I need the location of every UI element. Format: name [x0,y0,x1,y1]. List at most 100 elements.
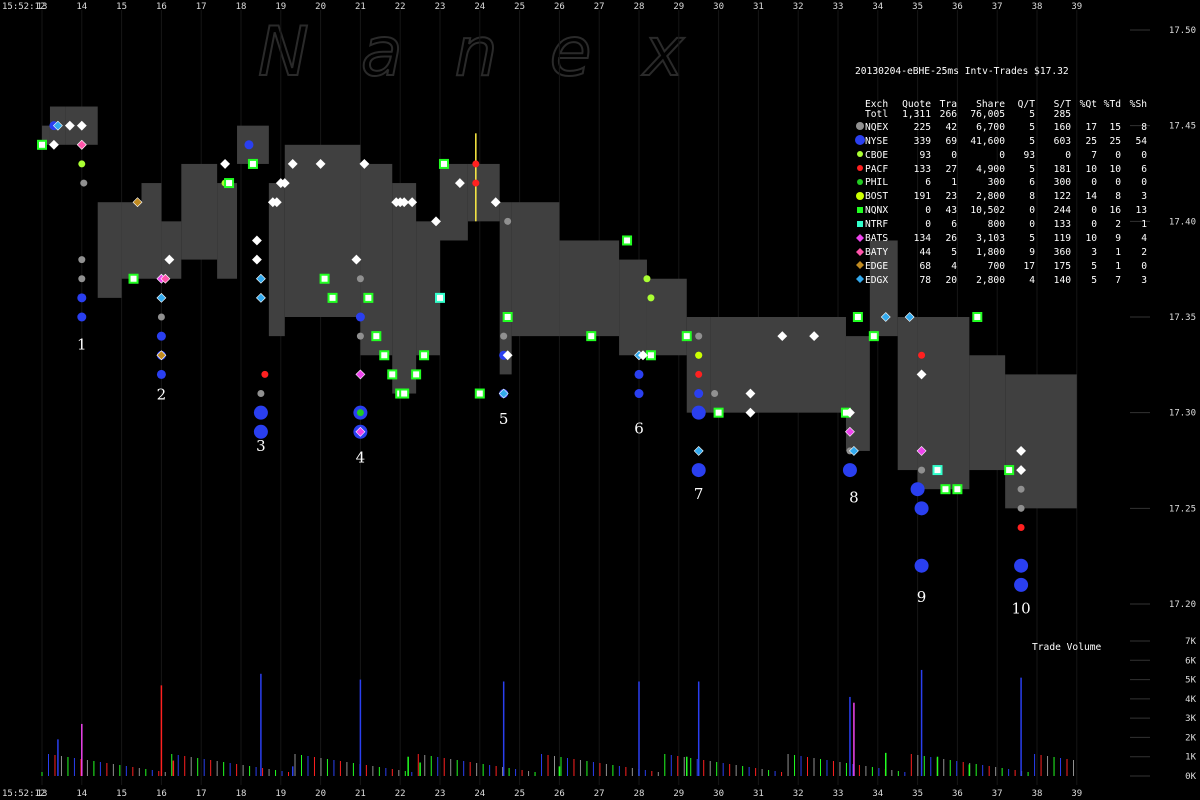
stats-row: PACF 133 27 4,900 5 181 10 10 6 [855,163,1147,177]
stats-cell: 2,800 [976,274,1005,286]
nbbo-segment [467,163,500,222]
nbbo-segment [646,278,687,356]
stats-cell: NTRF [865,219,889,231]
stats-row: NTRF 0 6 800 0 133 0 2 1 [855,219,1147,233]
nyse-point [842,463,857,478]
price-tick-label: 17.50 [1169,26,1196,36]
x-tick-label-top: 34 [872,2,883,12]
x-tick-label-top: 21 [355,2,366,12]
stats-cell: 68 [919,260,931,272]
x-tick-label-top: 25 [514,2,525,12]
price-tick-label: 17.40 [1169,217,1196,227]
stats-cell: 6 [1029,177,1035,189]
quote-point [251,254,262,265]
price-tick-label: 17.30 [1169,409,1196,419]
x-tick-label-top: 28 [634,2,645,12]
stats-cell: 225 [913,121,931,133]
stats-cell: 0 [1065,149,1071,161]
event-label: 8 [849,489,859,507]
nbbo-segment [284,144,361,317]
stats-cell: 0 [1141,260,1147,272]
volume-tick-label: 0K [1185,772,1196,782]
stats-cell: 26 [945,233,957,245]
x-tick-label-bottom: 25 [514,789,525,799]
nbbo-segment [619,259,647,356]
pacf-point [472,160,480,168]
nbbo-segment [360,163,393,356]
stats-cell: NYSE [865,135,889,147]
stats-cell: PACF [865,163,889,175]
stats-cell: 17 [1023,260,1035,272]
stats-cell: BATS [865,233,889,245]
nbbo-segment [897,317,918,471]
stats-cell: 10,502 [970,205,1005,217]
x-tick-label-bottom: 32 [793,789,804,799]
stats-cell: 93 [1023,149,1035,161]
edgx-point [156,292,167,303]
nqnx-point [1004,465,1015,476]
legend-marker-icon [855,247,865,261]
nbbo-segment [161,221,182,279]
nyse-point [156,331,166,341]
nqnx-point [952,484,963,495]
stats-cell: 0 [1091,205,1097,217]
nqnx-point [419,350,430,361]
x-tick-label-top: 18 [236,2,247,12]
stats-cell: 266 [939,109,957,121]
nqnx-point [645,350,656,361]
stats-cell: 14 [1085,191,1097,203]
stats-cell: 23 [945,191,957,203]
stats-cell: 2,800 [976,191,1005,203]
x-tick-label-bottom: 29 [673,789,684,799]
legend-marker-icon [855,163,865,177]
stats-row: BOST 191 23 2,800 8 122 14 8 3 [855,191,1147,205]
stats-cell: 140 [1053,274,1071,286]
nbbo-segment [141,183,162,279]
stats-cell: %Td [1103,98,1121,110]
stats-cell: 3 [1141,274,1147,286]
series-phil [356,409,364,417]
nqnx-point [37,139,47,150]
x-tick-label-bottom: 16 [156,789,167,799]
stats-cell: 8 [1115,191,1121,203]
stats-cell: 6 [1141,163,1147,175]
volume-title: Trade Volume [1032,642,1102,653]
stats-cell: BATY [865,247,889,258]
stats-cell: 1 [1115,260,1121,272]
nyse-point [914,558,929,573]
stats-cell: 4 [1141,233,1147,245]
stats-cell: 27 [945,163,957,175]
stats-cell: 133 [1053,219,1071,231]
nqnx-point [379,350,390,361]
nqnx-point [502,312,513,322]
stats-cell: 122 [1053,191,1071,203]
nqnx-point [247,158,258,169]
x-tick-label-bottom: 19 [275,789,286,799]
stats-cell: 175 [1053,260,1071,272]
stats-cell: 69 [945,135,957,147]
x-tick-label-top: 29 [673,2,684,12]
price-tick-label: 17.20 [1169,600,1196,610]
stats-cell: CBOE [865,149,889,161]
edgx-point [255,292,266,303]
stats-row: BATY 44 5 1,800 9 360 3 1 2 [855,247,1147,261]
nyse-point [77,312,87,322]
watermark: Nanex [258,13,736,92]
pacf-point [472,179,480,187]
nqex-point [80,179,88,187]
stats-cell: 285 [1053,109,1071,121]
x-tick-label-top: 22 [395,2,406,12]
nbbo-segment [1037,374,1077,509]
nyse-point [691,405,706,420]
nyse-point [634,369,644,379]
x-tick-label-top: 23 [435,2,446,12]
stats-cell: %Sh [1129,98,1147,110]
stats-row: Totl 1,311 266 76,005 5 285 [855,110,1147,121]
stats-cell: 181 [1053,163,1071,175]
x-tick-label-top: 13 [37,2,48,12]
nbbo-segment [181,163,218,260]
nqnx-point [438,158,449,169]
stats-cell: 44 [919,247,931,258]
stats-cell: NQNX [865,205,889,217]
x-tick-label-top: 35 [912,2,923,12]
